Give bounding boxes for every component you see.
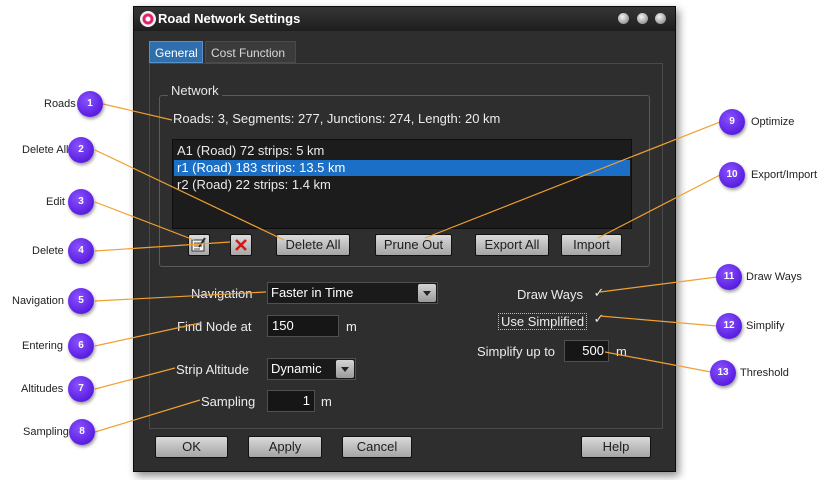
chevron-down-icon[interactable] (418, 284, 436, 302)
callout-number-1: 1 (77, 91, 103, 117)
export-all-button[interactable]: Export All (475, 234, 549, 256)
callout-label-export-import: Export/Import (751, 169, 818, 181)
road-network-settings-dialog: Road Network Settings General Cost Funct… (133, 6, 676, 472)
callout-label-delete: Delete (32, 245, 64, 257)
list-item-r2[interactable]: r2 (Road) 22 strips: 1.4 km (174, 177, 630, 193)
callout-label-navigation: Navigation (12, 295, 64, 307)
close-button[interactable] (655, 13, 666, 24)
cancel-button[interactable]: Cancel (342, 436, 412, 458)
callout-label-sampling: Sampling (23, 426, 69, 438)
callout-label-simplify: Simplify (746, 320, 785, 332)
list-item-a1[interactable]: A1 (Road) 72 strips: 5 km (174, 143, 630, 159)
callout-number-12: 12 (716, 313, 742, 339)
callout-label-threshold: Threshold (740, 367, 789, 379)
callout-number-9: 9 (719, 109, 745, 135)
find-node-unit: m (346, 319, 357, 334)
callout-label-draw-ways: Draw Ways (746, 271, 802, 283)
list-item-r1[interactable]: r1 (Road) 183 strips: 13.5 km (174, 160, 630, 176)
minimize-button[interactable] (618, 13, 629, 24)
maximize-button[interactable] (637, 13, 648, 24)
network-group-title: Network (168, 83, 222, 98)
callout-label-entering: Entering (22, 340, 63, 352)
find-node-input[interactable]: 150 (267, 315, 339, 337)
network-summary: Roads: 3, Segments: 277, Junctions: 274,… (173, 111, 501, 126)
simplify-up-to-label: Simplify up to (477, 344, 556, 359)
tab-cost-function[interactable]: Cost Function (205, 41, 296, 63)
use-simplified-checkbox[interactable]: ✓ (591, 311, 607, 327)
find-node-label: Find Node at (177, 319, 252, 334)
callout-number-2: 2 (68, 137, 94, 163)
tab-general[interactable]: General (149, 41, 203, 63)
sampling-unit: m (321, 394, 332, 409)
navigation-select-value: Faster in Time (271, 285, 354, 300)
callout-number-6: 6 (68, 333, 94, 359)
draw-ways-label: Draw Ways (517, 287, 583, 302)
strip-altitude-select-value: Dynamic (271, 361, 322, 376)
help-button[interactable]: Help (581, 436, 651, 458)
callout-number-8: 8 (69, 419, 95, 445)
strip-altitude-select[interactable]: Dynamic (267, 358, 356, 380)
callout-number-13: 13 (710, 360, 736, 386)
title-bar[interactable]: Road Network Settings (134, 7, 675, 31)
sampling-input[interactable]: 1 (267, 390, 315, 412)
callout-number-10: 10 (719, 162, 745, 188)
callout-label-altitudes: Altitudes (21, 383, 64, 395)
navigation-label: Navigation (191, 286, 253, 301)
simplify-up-to-input[interactable]: 500 (564, 340, 609, 362)
callout-number-4: 4 (68, 238, 94, 264)
apply-button[interactable]: Apply (248, 436, 322, 458)
callout-label-roads: Roads (44, 98, 76, 110)
prune-out-button[interactable]: Prune Out (375, 234, 452, 256)
callout-number-5: 5 (68, 288, 94, 314)
callout-label-edit: Edit (46, 196, 65, 208)
sampling-label: Sampling (201, 394, 256, 409)
callout-number-11: 11 (716, 264, 742, 290)
callout-number-7: 7 (68, 376, 94, 402)
chevron-down-icon[interactable] (336, 360, 354, 378)
callout-label-optimize: Optimize (751, 116, 795, 128)
use-simplified-label: Use Simplified (498, 313, 588, 330)
ok-button[interactable]: OK (155, 436, 228, 458)
red-x-delete-icon (235, 239, 247, 251)
edit-icon (191, 237, 206, 252)
edit-button[interactable] (188, 234, 210, 256)
strip-altitude-label: Strip Altitude (176, 362, 249, 377)
navigation-select[interactable]: Faster in Time (267, 282, 438, 304)
callout-label-delete-all: Delete All (22, 144, 69, 156)
delete-all-button[interactable]: Delete All (276, 234, 350, 256)
simplify-up-to-unit: m (616, 344, 627, 359)
import-button[interactable]: Import (561, 234, 622, 256)
draw-ways-checkbox[interactable]: ✓ (591, 285, 607, 301)
callout-number-3: 3 (68, 189, 94, 215)
window-title: Road Network Settings (158, 11, 301, 26)
app-logo-icon (140, 11, 156, 27)
delete-button[interactable] (230, 234, 252, 256)
roads-list[interactable]: A1 (Road) 72 strips: 5 km r1 (Road) 183 … (172, 139, 632, 229)
annotated-screenshot: Road Network Settings General Cost Funct… (0, 0, 830, 480)
